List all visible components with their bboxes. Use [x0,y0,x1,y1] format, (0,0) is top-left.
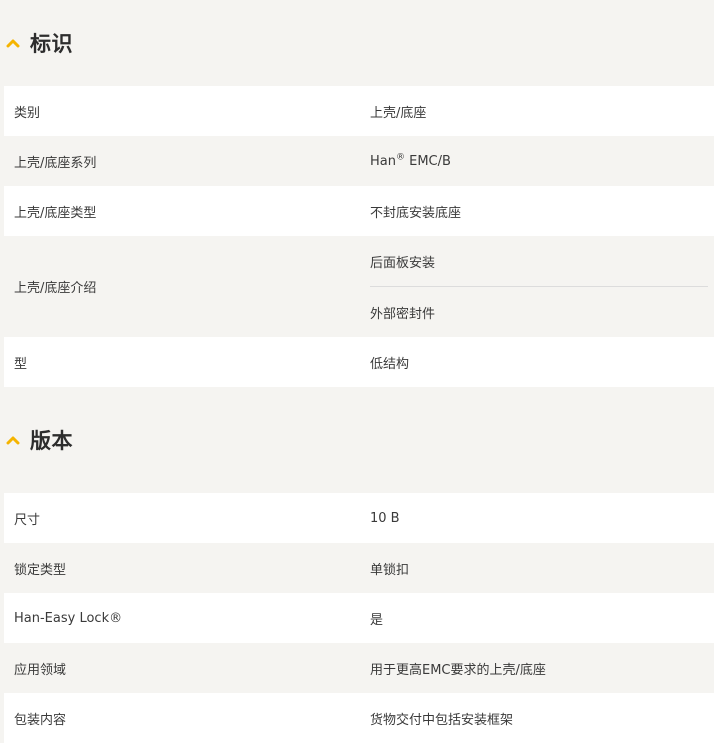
spec-table-version: 尺寸 10 B 锁定类型 单锁扣 Han-Easy Lock® 是 应用领域 用… [4,493,714,743]
table-row: 上壳/底座类型 不封底安装底座 [4,186,714,236]
registered-mark: ® [395,152,405,163]
table-row: 包装内容 货物交付中包括安装框架 [4,693,714,743]
row-value: Han® EMC/B [359,152,714,169]
row-value: 10 B [370,510,400,526]
row-value: 低结构 [370,356,410,372]
table-row: 尺寸 10 B [4,493,714,543]
section-header-version[interactable]: 版本 [0,387,714,493]
row-label: 包装内容 [14,712,67,728]
table-row: 型 低结构 [4,337,714,387]
row-label: 上壳/底座介绍 [14,281,97,296]
section-title: 标识 [30,32,73,56]
row-value: 不封底安装底座 [370,205,462,221]
row-label: 锁定类型 [14,562,67,578]
row-value: 外部密封件 [370,306,436,322]
row-value: 上壳/底座 [370,105,427,121]
chevron-up-icon [4,431,22,449]
section-header-identification[interactable]: 标识 [0,0,714,86]
table-row: 锁定类型 单锁扣 [4,543,714,593]
spec-table-identification: 类别 上壳/底座 上壳/底座系列 Han® EMC/B 上壳/底座类型 不封底安… [4,86,714,387]
product-spec-page: 标识 类别 上壳/底座 上壳/底座系列 Han® EMC/B 上壳/底座类型 不… [0,0,714,743]
chevron-up-icon [4,34,22,52]
value-main: Han [370,153,396,169]
row-label: 应用领域 [14,662,67,678]
section-title: 版本 [30,429,73,453]
row-label: 类别 [14,105,41,121]
row-label: 尺寸 [14,512,41,528]
row-label: Han-Easy Lock® [14,610,123,626]
value-rest: EMC/B [404,153,451,169]
row-value: 用于更高EMC要求的上壳/底座 [370,662,546,678]
row-label: 型 [14,356,28,372]
table-row: 上壳/底座系列 Han® EMC/B [4,136,714,186]
row-label: 上壳/底座类型 [14,205,97,221]
table-row: 上壳/底座介绍 后面板安装 外部密封件 [4,236,714,337]
row-label: 上壳/底座系列 [14,155,97,171]
row-value: 单锁扣 [370,562,410,578]
row-value-list: 后面板安装 外部密封件 [359,236,714,337]
row-value: 后面板安装 [370,255,436,271]
table-row: 类别 上壳/底座 [4,86,714,136]
table-row: 应用领域 用于更高EMC要求的上壳/底座 [4,643,714,693]
table-row: Han-Easy Lock® 是 [4,593,714,643]
row-value: 货物交付中包括安装框架 [370,712,514,728]
row-value: 是 [370,612,384,628]
